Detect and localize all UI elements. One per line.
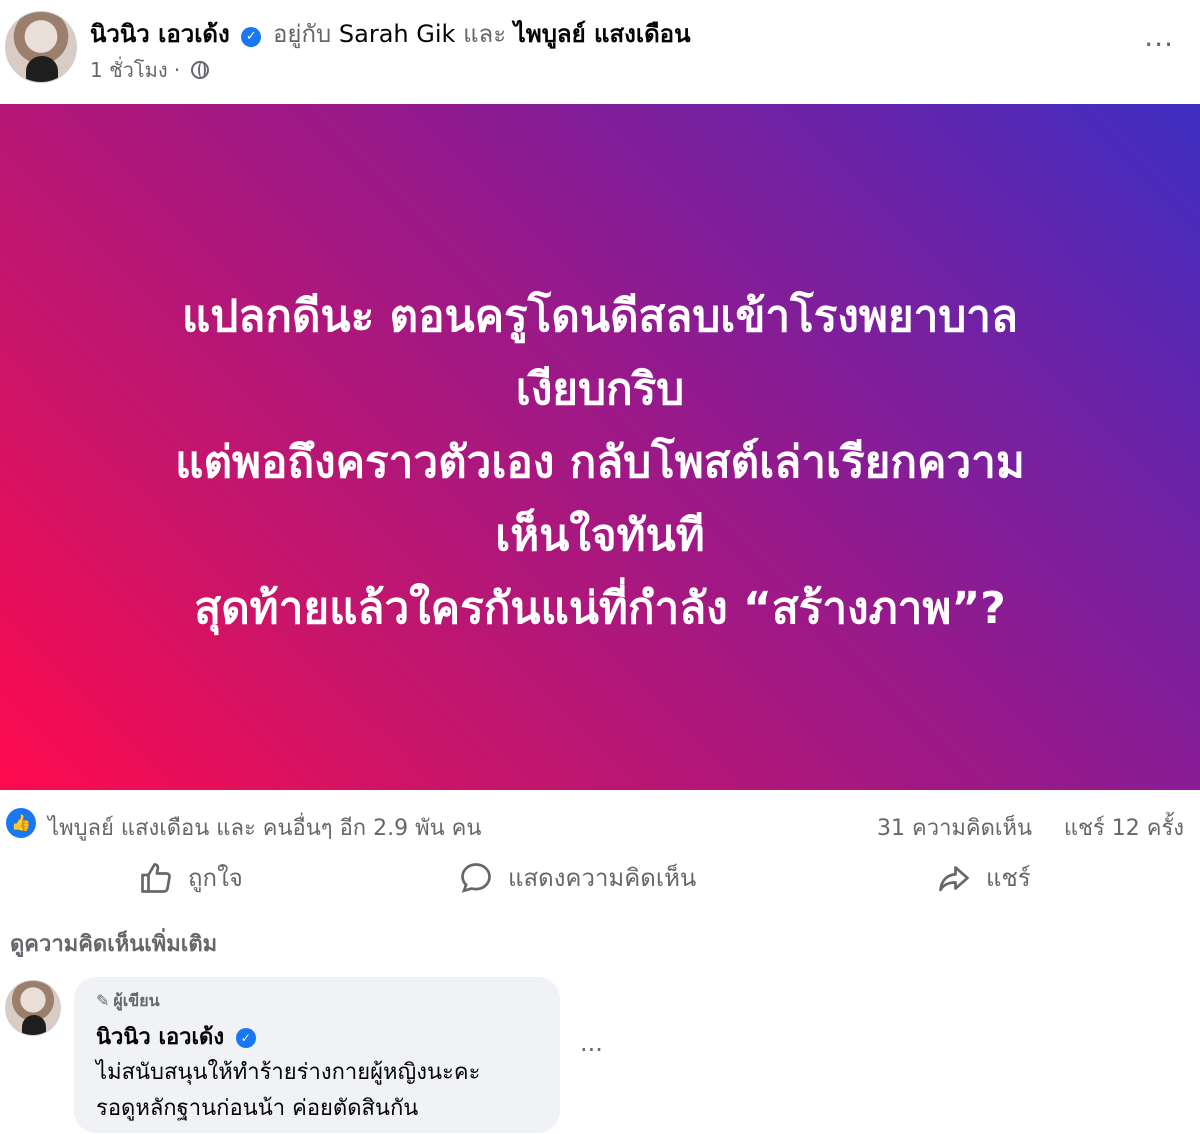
with-label: อยู่กับ (273, 20, 332, 48)
post-header: นิวนิว เอวเด้ง ✓ อยู่กับ Sarah Gik และ ไ… (0, 0, 1200, 104)
banner-line: แปลกดีนะ ตอนครูโดนดีสลบเข้าโรงพยาบาล (182, 291, 1018, 342)
pencil-icon: ✎ (96, 991, 110, 1010)
tagged-person-2[interactable]: ไพบูลย์ แสงเดือน (514, 20, 691, 48)
share-arrow-icon (939, 865, 969, 891)
banner-line: แต่พอถึงคราวตัวเอง กลับโพสต์เล่าเรียกควา… (175, 437, 1025, 488)
comment-count[interactable]: 31 ความคิดเห็น (877, 810, 1032, 845)
post-meta: 1 ชั่วโมง · (90, 54, 209, 86)
banner-text: แปลกดีนะ ตอนครูโดนดีสลบเข้าโรงพยาบาล เงี… (40, 280, 1160, 645)
share-label: แชร์ (986, 864, 1031, 892)
share-count[interactable]: แชร์ 12 ครั้ง (1064, 810, 1184, 845)
comment-line: ไม่สนับสนุนให้ทำร้ายร่างกายผู้หญิงนะคะ (96, 1060, 481, 1085)
post-time[interactable]: 1 ชั่วโมง · (90, 58, 180, 82)
thumbs-up-icon (141, 862, 171, 893)
like-reaction-icon: 👍 (6, 808, 36, 838)
commenter-name-line: นิวนิว เอวเด้ง ✓ (96, 1019, 260, 1054)
comment-label: แสดงความคิดเห็น (508, 864, 697, 892)
comment-text: ไม่สนับสนุนให้ทำร้ายร่างกายผู้หญิงนะคะ ร… (96, 1055, 480, 1127)
comment-bubble: ✎ ผู้เขียน นิวนิว เอวเด้ง ✓ ไม่สนับสนุนให… (74, 977, 560, 1133)
commenter-name[interactable]: นิวนิว เอวเด้ง (96, 1025, 224, 1050)
author-line: นิวนิว เอวเด้ง ✓ อยู่กับ Sarah Gik และ ไ… (90, 14, 691, 53)
like-button[interactable]: ถูกใจ (138, 858, 243, 897)
author-avatar[interactable] (5, 11, 77, 83)
reaction-stats: 👍 ไพบูลย์ แสงเดือน และ คนอื่นๆ อีก 2.9 พ… (0, 804, 1200, 844)
verified-badge-icon: ✓ (235, 1028, 256, 1048)
author-badge-label: ผู้เขียน (113, 991, 160, 1010)
tagged-person-1[interactable]: Sarah Gik (339, 20, 456, 48)
view-more-comments-link[interactable]: ดูความคิดเห็นเพิ่มเติม (10, 926, 217, 961)
author-name[interactable]: นิวนิว เอวเด้ง (90, 20, 230, 48)
commenter-avatar[interactable] (5, 980, 61, 1036)
banner-line: เห็นใจทันที (495, 510, 705, 561)
comment-bubble-icon (461, 862, 491, 893)
post-actions: ถูกใจ แสดงความคิดเห็น แชร์ (0, 850, 1200, 902)
post-more-options-button[interactable]: ··· (1144, 28, 1174, 61)
comment-button[interactable]: แสดงความคิดเห็น (458, 858, 696, 897)
and-label: และ (463, 20, 507, 48)
banner-line: เงียบกริบ (515, 364, 685, 415)
banner-line: สุดท้ายแล้วใครกันแน่ที่กำลัง “สร้างภาพ”? (194, 583, 1006, 634)
verified-badge-icon: ✓ (241, 27, 262, 47)
reactors-summary[interactable]: ไพบูลย์ แสงเดือน และ คนอื่นๆ อีก 2.9 พัน… (48, 810, 481, 845)
post-text-banner: แปลกดีนะ ตอนครูโดนดีสลบเข้าโรงพยาบาล เงี… (0, 104, 1200, 790)
like-label: ถูกใจ (188, 864, 243, 892)
comment-more-options-button[interactable]: ··· (580, 1036, 603, 1064)
share-button[interactable]: แชร์ (936, 858, 1031, 897)
comment-line: รอดูหลักฐานก่อนน้า ค่อยตัดสินกัน (96, 1096, 419, 1121)
globe-icon (190, 61, 209, 79)
author-badge: ✎ ผู้เขียน (96, 989, 160, 1014)
